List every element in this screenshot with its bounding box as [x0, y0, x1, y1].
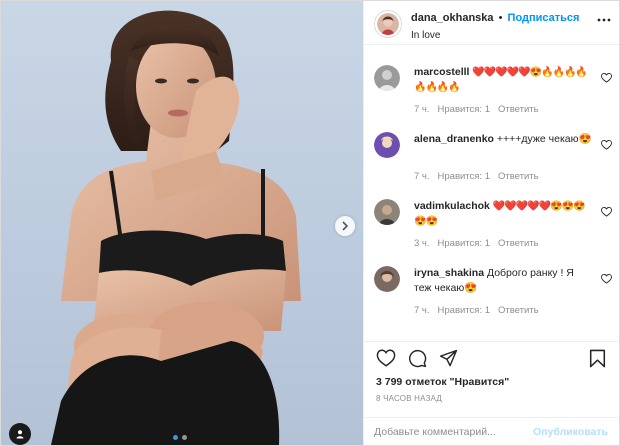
chevron-right-icon — [342, 221, 349, 231]
post-photo[interactable] — [1, 1, 363, 445]
commenter-avatar[interactable] — [374, 132, 400, 158]
tagged-users-button[interactable] — [9, 423, 31, 445]
like-heart-icon[interactable] — [376, 349, 396, 367]
post-time[interactable]: 8 ЧАСОВ НАЗАД — [376, 394, 442, 403]
likes-count[interactable]: 3 799 отметок "Нравится" — [376, 376, 509, 388]
heart-icon[interactable] — [601, 274, 612, 284]
heart-icon[interactable] — [601, 207, 612, 217]
commenter-avatar[interactable] — [374, 266, 400, 292]
comment-likes[interactable]: Нравится: 1 — [438, 171, 490, 182]
comment-item: alena_dranenko ++++дуже чекаю😍 7 ч. Нрав… — [374, 132, 612, 187]
post-side-panel: dana_okhanska • Подписаться In love marc… — [363, 1, 619, 445]
commenter-avatar[interactable] — [374, 65, 400, 91]
heart-icon[interactable] — [601, 140, 612, 150]
post-actions: 3 799 отметок "Нравится" 8 ЧАСОВ НАЗАД О… — [364, 341, 618, 445]
photo-woman-image — [51, 10, 301, 445]
reply-button[interactable]: Ответить — [498, 104, 539, 115]
next-photo-button[interactable] — [335, 216, 355, 236]
pagination-dot — [182, 435, 187, 440]
reply-button[interactable]: Ответить — [498, 238, 539, 249]
avatar-image — [377, 13, 399, 35]
comment-likes[interactable]: Нравится: 1 — [438, 305, 490, 316]
comment-likes[interactable]: Нравится: 1 — [438, 104, 490, 115]
commenter-avatar[interactable] — [374, 199, 400, 225]
instagram-post: dana_okhanska • Подписаться In love marc… — [0, 0, 620, 446]
post-header: dana_okhanska • Подписаться In love — [364, 1, 619, 45]
comment-input[interactable] — [374, 426, 534, 438]
comment-likes[interactable]: Нравится: 1 — [438, 238, 490, 249]
pagination-dot — [173, 435, 178, 440]
follow-button[interactable]: Подписаться — [508, 12, 580, 24]
comment-time[interactable]: 3 ч. — [414, 238, 430, 249]
comment-item: vadimkulachok ❤️❤️❤️❤️❤️😍😍😍😍😍 3 ч. Нрави… — [374, 199, 612, 259]
add-comment-bar: Опубликовать — [364, 417, 618, 446]
photo-pagination-dots — [173, 435, 187, 440]
comments-list: marcostelll ❤️❤️❤️❤️❤️😍🔥🔥🔥🔥🔥🔥🔥🔥 7 ч. Нра… — [364, 46, 618, 339]
author-avatar[interactable] — [374, 10, 402, 38]
more-icon[interactable] — [597, 13, 611, 27]
comment-username[interactable]: iryna_shakina — [414, 267, 484, 279]
comment-username[interactable]: alena_dranenko — [414, 133, 494, 145]
comment-item: marcostelll ❤️❤️❤️❤️❤️😍🔥🔥🔥🔥🔥🔥🔥🔥 7 ч. Нра… — [374, 65, 612, 125]
comment-username[interactable]: vadimkulachok — [414, 200, 490, 212]
comment-item: iryna_shakina Доброго ранку ! Я теж чека… — [374, 266, 612, 326]
user-icon — [16, 430, 24, 439]
author-username[interactable]: dana_okhanska — [411, 12, 494, 24]
reply-button[interactable]: Ответить — [498, 171, 539, 182]
comment-time[interactable]: 7 ч. — [414, 104, 430, 115]
comment-time[interactable]: 7 ч. — [414, 305, 430, 316]
publish-button[interactable]: Опубликовать — [533, 426, 608, 438]
share-icon[interactable] — [439, 349, 458, 368]
reply-button[interactable]: Ответить — [498, 305, 539, 316]
comment-username[interactable]: marcostelll — [414, 66, 469, 78]
heart-icon[interactable] — [601, 73, 612, 83]
comment-time[interactable]: 7 ч. — [414, 171, 430, 182]
comment-text: ++++дуже чекаю😍 — [496, 133, 592, 145]
header-separator: • — [498, 12, 503, 24]
post-location[interactable]: In love — [411, 29, 579, 43]
bookmark-icon[interactable] — [589, 349, 606, 368]
comment-icon[interactable] — [408, 349, 427, 368]
